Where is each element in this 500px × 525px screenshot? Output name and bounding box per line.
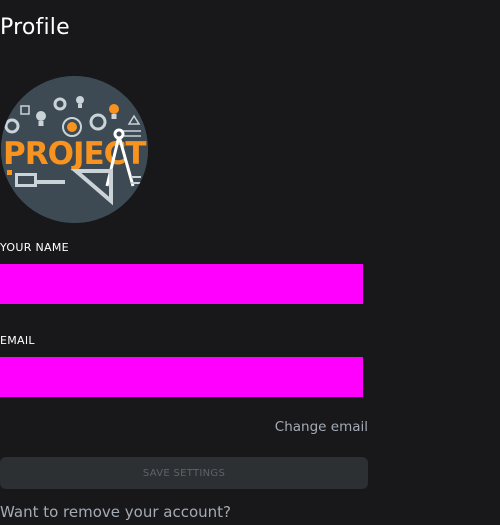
email-label: EMAIL (0, 334, 35, 347)
profile-page: Profile PROJECT YOUR NAME EMAIL Change e… (0, 0, 500, 525)
remove-account-link[interactable]: Want to remove your account? (0, 503, 231, 521)
change-email-link[interactable]: Change email (275, 419, 368, 435)
avatar-image: PROJECT (1, 76, 148, 223)
email-input[interactable] (0, 357, 363, 397)
save-settings-button[interactable]: SAVE SETTINGS (0, 457, 368, 489)
name-input[interactable] (0, 264, 363, 304)
page-title: Profile (0, 15, 70, 40)
avatar[interactable]: PROJECT (1, 76, 148, 223)
name-label: YOUR NAME (0, 241, 69, 254)
